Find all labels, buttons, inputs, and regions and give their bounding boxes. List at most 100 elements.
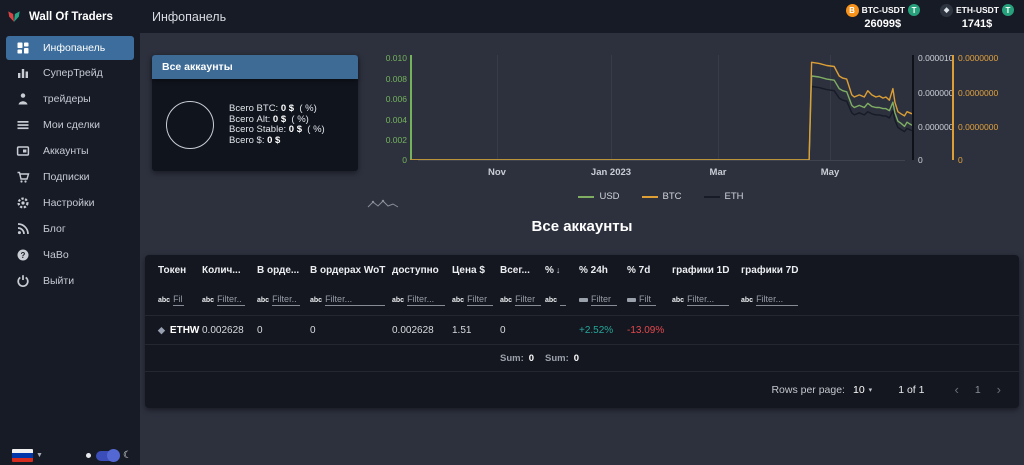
brand[interactable]: Wall Of Traders bbox=[0, 0, 140, 33]
accounts-section-title: Все аккаунты bbox=[531, 218, 633, 235]
sun-icon bbox=[86, 453, 92, 458]
column-header-percent[interactable]: % ↓ bbox=[545, 265, 579, 276]
left-axis-tick: 0.006 bbox=[385, 94, 407, 104]
account-card-icon bbox=[16, 146, 30, 156]
price-tickers: B BTC-USDT T 26099$ ◆ ETH-USDT T 1741$ bbox=[845, 3, 1014, 30]
ticker-price: 1741$ bbox=[961, 17, 993, 30]
rows-per-page: Rows per page: 10 ▾ bbox=[771, 384, 872, 396]
text-filter-icon: abc bbox=[202, 296, 215, 304]
btc-axis-tick: 0 bbox=[958, 155, 963, 165]
text-filter-icon: abc bbox=[310, 296, 323, 304]
theme-switch[interactable] bbox=[96, 448, 121, 462]
summary-card-header: Все аккаунты bbox=[152, 55, 358, 79]
filter-input-token[interactable] bbox=[173, 294, 185, 306]
column-header-total[interactable]: Всег... bbox=[500, 265, 545, 276]
current-page-number[interactable]: 1 bbox=[975, 384, 981, 396]
legend-item-usd[interactable]: USD bbox=[578, 191, 620, 202]
sidebar-item-traders[interactable]: трейдеры bbox=[0, 86, 140, 112]
language-selector[interactable]: ▼ bbox=[12, 449, 43, 462]
text-filter-icon: abc bbox=[741, 296, 754, 304]
filter-input-in-orders[interactable] bbox=[272, 294, 301, 306]
filter-input-percent-24h[interactable] bbox=[591, 294, 617, 306]
chevron-down-icon: ▾ bbox=[868, 386, 873, 394]
footer-controls: ▼ ☾ bbox=[12, 448, 132, 462]
brand-name: Wall Of Traders bbox=[29, 10, 113, 23]
filter-input-charts-1d[interactable] bbox=[687, 294, 730, 306]
sidebar-item-logout[interactable]: Выйти bbox=[0, 268, 140, 294]
sidebar-item-blog[interactable]: Блог bbox=[0, 216, 140, 242]
left-axis-tick: 0.002 bbox=[385, 135, 407, 145]
filter-input-total[interactable] bbox=[515, 294, 542, 306]
table-filter-row: abc abc abc abc abc abc abc abc abc abc bbox=[145, 285, 1019, 315]
sidebar-item-subscriptions[interactable]: Подписки bbox=[0, 164, 140, 190]
sidebar-item-dashboard[interactable]: Инфопанель bbox=[6, 36, 134, 60]
cell-percent-7d: -13.09% bbox=[627, 324, 665, 336]
filter-input-available[interactable] bbox=[407, 294, 446, 306]
person-icon bbox=[18, 93, 28, 105]
column-header-percent-24h[interactable]: % 24h bbox=[579, 265, 627, 276]
rows-per-page-select[interactable]: 10 ▾ bbox=[853, 384, 872, 396]
moon-icon: ☾ bbox=[123, 449, 132, 461]
column-header-quantity[interactable]: Колич... bbox=[202, 265, 257, 276]
sidebar-item-label: Подписки bbox=[43, 171, 90, 183]
column-header-charts-1d[interactable]: графики 1D bbox=[672, 265, 741, 276]
text-filter-icon: abc bbox=[545, 296, 558, 304]
sidebar-item-accounts[interactable]: Аккаунты bbox=[0, 138, 140, 164]
legend-item-eth[interactable]: ETH bbox=[703, 191, 744, 202]
text-filter-icon: abc bbox=[257, 296, 270, 304]
column-header-percent-7d[interactable]: % 7d bbox=[627, 265, 672, 276]
column-header-in-orders-wot[interactable]: В ордерах WoT bbox=[310, 265, 392, 276]
column-header-token[interactable]: Токен bbox=[158, 265, 202, 276]
sidebar-item-label: СуперТрейд bbox=[43, 67, 103, 79]
pager: ‹ 1 › bbox=[954, 382, 1001, 397]
filter-input-percent[interactable] bbox=[560, 294, 567, 306]
btc-axis-tick: 0.0000000 bbox=[958, 88, 999, 98]
filter-input-price[interactable] bbox=[467, 294, 494, 306]
sidebar-item-settings[interactable]: Настройки bbox=[0, 190, 140, 216]
main-content: Все аккаунты Всего BTC: 0 $ ( %) Всего A… bbox=[140, 33, 1024, 465]
eth-usdt-ticker: ◆ ETH-USDT T 1741$ bbox=[940, 3, 1014, 30]
wall-of-traders-logo-icon bbox=[8, 10, 20, 22]
total-usd-row: Всего $: 0 $ bbox=[229, 134, 281, 146]
table-row[interactable]: ◆ ETHW 0.002628 0 0 0.002628 1.51 0 +2.52… bbox=[145, 315, 1019, 345]
left-axis-tick: 0.008 bbox=[385, 73, 407, 84]
gear-icon bbox=[17, 197, 29, 209]
sparkline-icon bbox=[367, 199, 399, 208]
sidebar-item-label: Настройки bbox=[43, 197, 95, 209]
sidebar-item-faq[interactable]: ? ЧаВо bbox=[0, 242, 140, 268]
ticker-pair: BTC-USDT bbox=[861, 5, 906, 15]
ethw-token-icon: ◆ bbox=[158, 324, 165, 335]
usdt-icon: T bbox=[908, 4, 921, 16]
eth-axis-line bbox=[912, 55, 914, 160]
btc-axis-line bbox=[952, 55, 954, 160]
cell-total: 0 bbox=[500, 324, 506, 336]
eth-axis-tick: 0.000000 bbox=[918, 88, 954, 98]
cart-icon bbox=[17, 171, 30, 183]
column-header-in-orders[interactable]: В орде... bbox=[257, 265, 310, 276]
x-axis-tick: Nov bbox=[488, 167, 506, 178]
filter-input-charts-7d[interactable] bbox=[756, 294, 799, 306]
text-filter-icon: abc bbox=[672, 296, 685, 304]
filter-input-percent-7d[interactable] bbox=[639, 294, 656, 306]
sidebar-item-my-deals[interactable]: Мои сделки bbox=[0, 112, 140, 138]
sidebar-item-supertrade[interactable]: СуперТрейд bbox=[0, 60, 140, 86]
column-header-price-usd[interactable]: Цена $ bbox=[452, 265, 500, 276]
accounts-table: Токен Колич... В орде... В ордерах WoT д… bbox=[145, 255, 1019, 408]
x-axis-tick: Jan 2023 bbox=[590, 167, 632, 178]
balance-history-chart: 0.010 0.008 0.006 0.004 0.002 0 0.000010… bbox=[370, 45, 1020, 220]
theme-toggle[interactable]: ☾ bbox=[86, 448, 132, 462]
sidebar-item-label: Блог bbox=[43, 223, 66, 235]
column-header-charts-7d[interactable]: графики 7D bbox=[741, 265, 1019, 276]
switch-knob bbox=[107, 448, 121, 462]
eth-icon: ◆ bbox=[940, 3, 954, 17]
power-icon bbox=[17, 275, 29, 288]
cell-price-usd: 1.51 bbox=[452, 324, 472, 336]
column-header-available[interactable]: доступно bbox=[392, 265, 452, 276]
filter-input-in-orders-wot[interactable] bbox=[325, 294, 386, 306]
previous-page-button[interactable]: ‹ bbox=[954, 382, 958, 397]
next-page-button[interactable]: › bbox=[997, 382, 1001, 397]
summary-card-body: Всего BTC: 0 $ ( %) Всего Alt: 0 $ ( %) … bbox=[152, 79, 358, 171]
sidebar: Wall Of Traders Инфопанель СуперТрейд тр… bbox=[0, 0, 140, 465]
legend-item-btc[interactable]: BTC bbox=[641, 191, 682, 202]
filter-input-quantity[interactable] bbox=[217, 294, 246, 306]
